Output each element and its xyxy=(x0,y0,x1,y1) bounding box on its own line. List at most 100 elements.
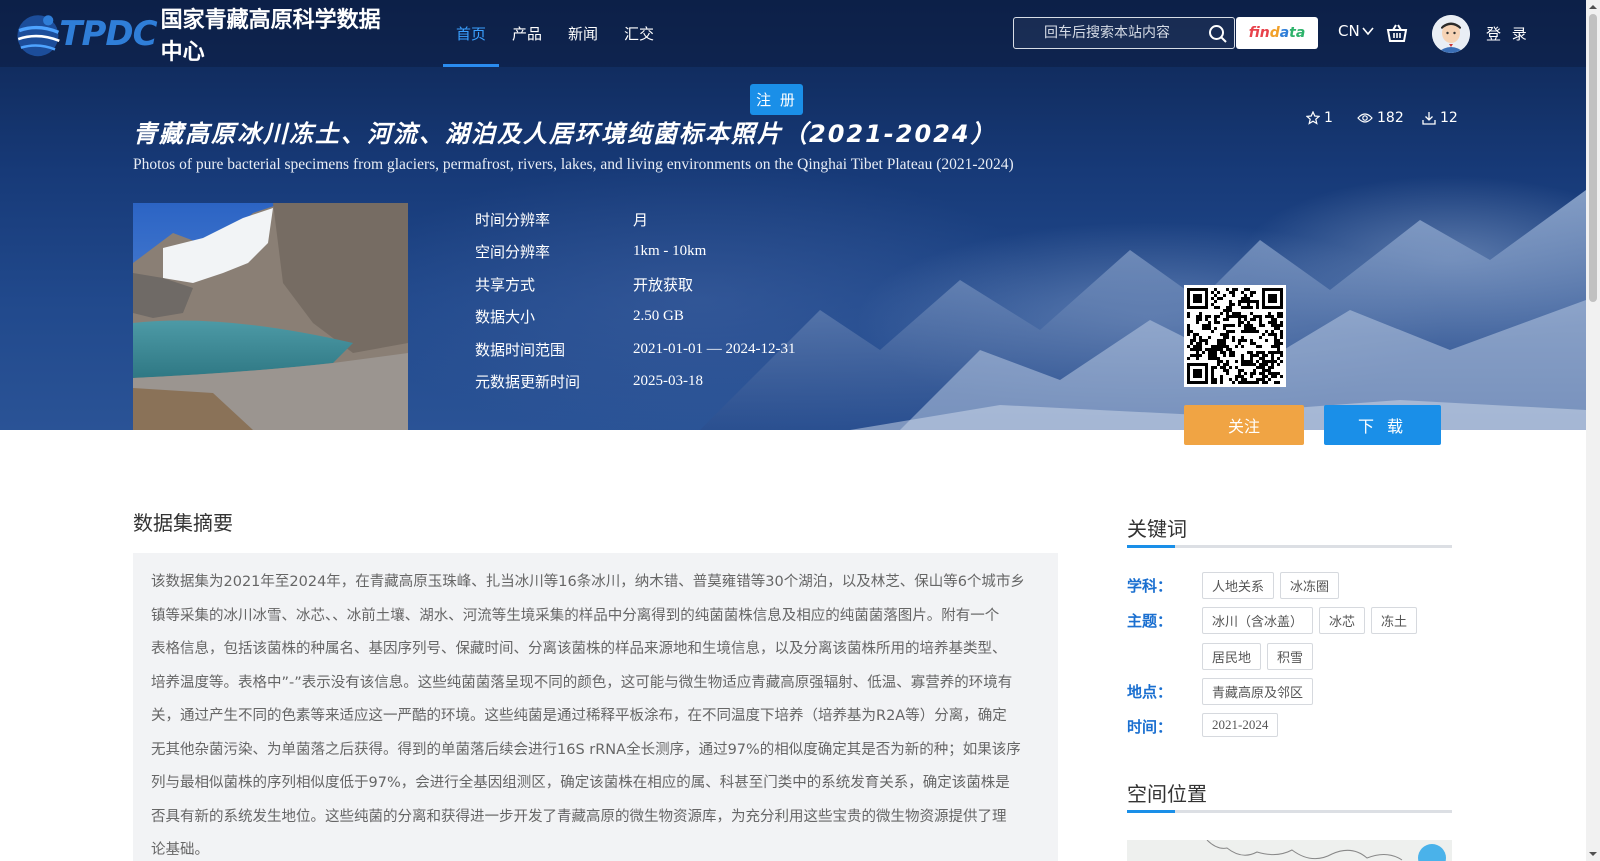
nav-news[interactable]: 新闻 xyxy=(555,0,611,67)
qr-code xyxy=(1184,285,1286,387)
findata-logo-part: fin xyxy=(1248,25,1270,41)
meta-row: 时间分辨率 月 xyxy=(475,203,795,236)
scroll-down-icon[interactable] xyxy=(1589,850,1597,858)
keyword-tag[interactable]: 人地关系 xyxy=(1202,572,1275,599)
abstract-body: 该数据集为2021年至2024年，在青藏高原玉珠峰、扎当冰川等16条冰川，纳木错… xyxy=(133,553,1058,861)
avatar[interactable] xyxy=(1432,15,1470,53)
abstract-line: 表格信息，包括该菌株的种属名、基因序列号、保藏时间、分离该菌株的样品来源地和生境… xyxy=(151,641,1007,657)
eye-icon xyxy=(1357,113,1373,123)
abstract-line: 该数据集为2021年至2024年，在青藏高原玉珠峰、扎当冰川等16条冰川，纳木错… xyxy=(151,574,1025,590)
meta-row: 空间分辨率 1km - 10km xyxy=(475,236,795,269)
abstract-line: 列与最相似菌株的序列相似度低于97%，会进行全基因组测区，确定该菌株在相应的属、… xyxy=(151,775,1010,791)
user-avatar-icon xyxy=(1432,15,1470,53)
downloads-value: 12 xyxy=(1440,110,1458,126)
search-input[interactable] xyxy=(1014,18,1204,48)
keyword-tags: 青藏高原及邻区 xyxy=(1202,678,1452,714)
abstract-line: 论基础。 xyxy=(151,842,209,858)
meta-row: 共享方式 开放获取 xyxy=(475,268,795,301)
nav-submit[interactable]: 汇交 xyxy=(611,0,667,67)
download-button[interactable]: 下 载 xyxy=(1324,405,1441,445)
search-icon[interactable] xyxy=(1208,24,1228,44)
qr-code-icon xyxy=(1187,288,1283,384)
findata-logo-part: d xyxy=(1269,25,1280,41)
site-logo[interactable]: TPDC 国家青藏高原科学数据中心 xyxy=(14,4,394,65)
abstract-line: 无其他杂菌污染、为单菌落之后获得。得到的单菌落后续会进行16S rRNA全长测序… xyxy=(151,741,1021,758)
dataset-title-cn: 青藏高原冰川冻土、河流、湖泊及人居环境纯菌标本照片（2021-2024） xyxy=(133,120,997,148)
findata-logo-part: a xyxy=(1279,25,1290,41)
meta-value: 2.50 GB xyxy=(633,308,684,325)
keyword-label: 地点： xyxy=(1127,683,1173,701)
downloads-count: 12 xyxy=(1422,110,1458,126)
findata-logo-part: ta xyxy=(1289,25,1306,41)
keyword-tag[interactable]: 积雪 xyxy=(1267,643,1314,670)
map-outline xyxy=(1206,840,1446,861)
chevron-down-icon xyxy=(1362,27,1374,36)
cart-icon[interactable] xyxy=(1386,22,1408,44)
keyword-group-place: 地点： 青藏高原及邻区 xyxy=(1127,678,1452,714)
keyword-label: 学科： xyxy=(1127,577,1173,595)
keyword-label: 主题： xyxy=(1127,612,1173,630)
stars-count[interactable]: 1 xyxy=(1306,110,1333,126)
nav-home[interactable]: 首页 xyxy=(443,0,500,67)
keyword-tag[interactable]: 冰川（含冰盖） xyxy=(1202,607,1314,634)
scrollbar-thumb[interactable] xyxy=(1589,14,1597,302)
meta-value: 1km - 10km xyxy=(633,243,707,260)
meta-row: 数据大小 2.50 GB xyxy=(475,301,795,334)
keyword-group-time: 时间： 2021-2024 xyxy=(1127,713,1452,746)
meta-value: 2021-01-01 — 2024-12-31 xyxy=(633,340,796,357)
keyword-group-discipline: 学科： 人地关系 冰冻圈 xyxy=(1127,572,1452,608)
meta-label: 元数据更新时间 xyxy=(475,373,581,392)
keyword-tag[interactable]: 冰冻圈 xyxy=(1280,572,1340,599)
keywords-divider xyxy=(1127,545,1452,548)
meta-label: 共享方式 xyxy=(475,275,536,294)
meta-row: 数据时间范围 2021-01-01 — 2024-12-31 xyxy=(475,333,795,366)
site-search xyxy=(1013,17,1235,49)
dataset-metadata: 时间分辨率 月 空间分辨率 1km - 10km 共享方式 开放获取 数据大小 2.50… xyxy=(475,203,795,398)
location-title: 空间位置 xyxy=(1127,782,1207,806)
abstract-line: 否具有新的系统发生地位。这些纯菌的分离和获得进一步开发了青藏高原的微生物资源库，… xyxy=(151,808,1007,825)
stars-value: 1 xyxy=(1324,110,1333,126)
register-button[interactable]: 注 册 xyxy=(750,84,803,115)
follow-button[interactable]: 关注 xyxy=(1184,405,1304,445)
keyword-tags: 冰川（含冰盖） 冰芯 冻土 居民地 积雪 xyxy=(1202,607,1452,679)
abstract-title: 数据集摘要 xyxy=(133,511,233,535)
language-switcher[interactable]: CN xyxy=(1338,22,1374,40)
findata-link[interactable]: fin d a ta xyxy=(1236,17,1318,49)
keyword-tag[interactable]: 居民地 xyxy=(1202,643,1262,670)
login-link[interactable]: 登 录 xyxy=(1486,23,1530,44)
meta-value: 2025-03-18 xyxy=(633,373,703,390)
location-divider xyxy=(1127,810,1452,813)
language-label: CN xyxy=(1338,22,1360,40)
keyword-group-topic: 主题： 冰川（含冰盖） 冰芯 冻土 居民地 积雪 xyxy=(1127,607,1452,679)
keyword-tag[interactable]: 2021-2024 xyxy=(1202,713,1279,737)
logo-site-name: 国家青藏高原科学数据中心 xyxy=(160,8,381,65)
abstract-line: 镇等采集的冰川冰雪、冰芯、、冰前土壤、湖水、河流等生境采集的样品中分离得到的纯菌… xyxy=(151,607,1000,624)
keyword-tag[interactable]: 青藏高原及邻区 xyxy=(1202,678,1314,705)
meta-label: 空间分辨率 xyxy=(475,243,551,262)
meta-value: 月 xyxy=(633,212,649,229)
meta-label: 数据时间范围 xyxy=(475,340,566,359)
abstract-line: 关，通过产生不同的色素等来适应这一严酷的环境。这些纯菌是通过稀释平板涂布，在不同… xyxy=(151,708,1007,724)
dataset-title-en: Photos of pure bacterial specimens from … xyxy=(133,156,1014,173)
logo-brand-text: TPDC xyxy=(59,14,157,54)
nav-products[interactable]: 产品 xyxy=(499,0,555,67)
location-map[interactable] xyxy=(1127,840,1452,861)
download-icon xyxy=(1422,112,1436,125)
keyword-tag[interactable]: 冰芯 xyxy=(1319,607,1366,634)
scroll-up-icon[interactable] xyxy=(1589,3,1597,11)
keywords-title: 关键词 xyxy=(1127,517,1187,541)
keyword-label: 时间： xyxy=(1127,718,1173,736)
keyword-tag[interactable]: 冻土 xyxy=(1371,607,1418,634)
dataset-thumbnail xyxy=(133,203,408,430)
abstract-line: 培养温度等。表格中”-”表示没有该信息。这些纯菌菌落呈现不同的颜色，这可能与微生… xyxy=(151,674,1013,691)
page-scrollbar[interactable] xyxy=(1586,0,1600,861)
keyword-tags: 2021-2024 xyxy=(1202,713,1452,746)
glacier-lake-photo xyxy=(133,203,408,430)
main-nav: 首页 产品 新闻 汇交 xyxy=(443,0,667,67)
views-value: 182 xyxy=(1377,110,1404,126)
meta-label: 时间分辨率 xyxy=(475,210,551,229)
meta-label: 数据大小 xyxy=(475,308,536,327)
keyword-tags: 人地关系 冰冻圈 xyxy=(1202,572,1452,608)
globe-logo-icon xyxy=(17,15,60,57)
meta-row: 元数据更新时间 2025-03-18 xyxy=(475,366,795,399)
